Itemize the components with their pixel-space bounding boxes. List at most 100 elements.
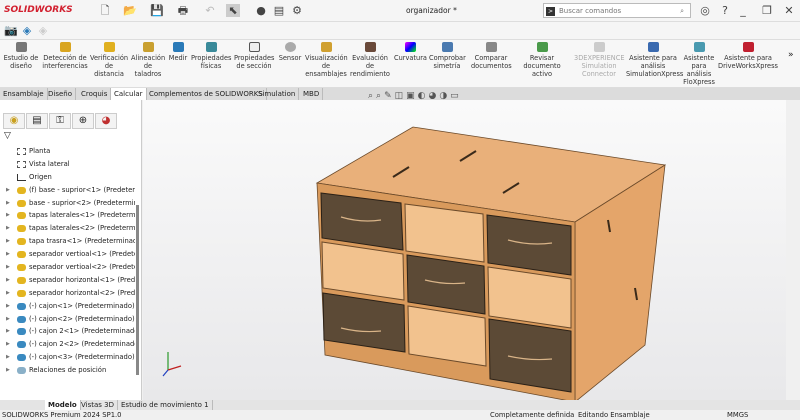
ribbon-button-symmetry[interactable]: Comprobar simetría [429, 42, 466, 70]
expand-arrow-icon[interactable]: ▶ [6, 338, 10, 351]
tab-modelo[interactable]: Modelo [45, 400, 81, 410]
tree-item[interactable]: Planta [0, 145, 135, 158]
tree-item[interactable]: ▶ tapa trasra<1> (Predeterminado) [0, 235, 135, 248]
tab-ensamblaje[interactable]: Ensamblaje [0, 88, 48, 100]
tree-item[interactable]: ▶ (-) cajon<3> (Predeterminado) < [0, 351, 135, 364]
expand-arrow-icon[interactable]: ▶ [6, 274, 10, 287]
close-icon[interactable]: ✕ [782, 4, 796, 17]
tree-item-label: Origen [29, 172, 52, 181]
task-pane-tabs[interactable] [786, 100, 800, 400]
expand-arrow-icon[interactable]: ▶ [6, 184, 10, 197]
display-manager-tab-icon[interactable]: ◕ [95, 113, 117, 129]
search-icon[interactable]: ⌕ [680, 7, 684, 16]
expand-arrow-icon[interactable]: ▶ [6, 300, 10, 313]
expand-arrow-icon[interactable]: ▶ [6, 351, 10, 364]
property-manager-tab-icon[interactable]: ▤ [26, 113, 48, 129]
save-icon[interactable]: 💾 [150, 4, 164, 17]
search-input[interactable]: > Buscar comandos ⌕ [543, 3, 691, 18]
ribbon-button-3dexperience[interactable]: 3DEXPERIENCE Simulation Connector [574, 42, 625, 78]
ribbon-button-curvature[interactable]: Curvatura [394, 42, 427, 62]
tree-item[interactable]: ▶ tapas laterales<1> (Predeterminado) [0, 209, 135, 222]
tab-vistas-3d[interactable]: Vistas 3D [78, 400, 118, 410]
tree-item[interactable]: ▶ base - suprior<2> (Predeterminado) [0, 197, 135, 210]
tree-scrollbar[interactable] [136, 205, 139, 375]
expand-arrow-icon[interactable]: ▶ [6, 364, 10, 377]
expand-arrow-icon[interactable]: ▶ [6, 248, 10, 261]
expand-arrow-icon[interactable]: ▶ [6, 287, 10, 300]
new-icon[interactable]: 🗋 [98, 4, 112, 17]
units-selector[interactable]: MMGS [727, 410, 748, 420]
file-properties-icon[interactable]: ▤ [272, 4, 286, 17]
copy-icon[interactable]: ◈ [36, 24, 50, 37]
gear-icon[interactable]: ⚙ [290, 4, 304, 17]
ribbon-button-design-study[interactable]: Estudio de diseño [2, 42, 40, 70]
tree-item[interactable]: ▶ tapas laterales<2> (Predeterminado) [0, 222, 135, 235]
ribbon-button-measure[interactable]: Medir [168, 42, 188, 62]
tab-simulation[interactable]: Simulation [255, 88, 300, 100]
ribbon-button-section-properties[interactable]: Propiedades de sección [234, 42, 274, 70]
asm-icon [17, 341, 26, 349]
tab-complementos[interactable]: Complementos de SOLIDWORKS [146, 88, 267, 100]
mass-properties-icon [205, 42, 217, 52]
graphics-viewport[interactable]: ⌕⌕✎◫▣◐◕◑▭ [143, 91, 786, 400]
camera-icon[interactable]: 📷 [4, 24, 18, 37]
filter-icon[interactable]: ▽ [4, 131, 11, 141]
tab-motion-study[interactable]: Estudio de movimiento 1 [118, 400, 213, 410]
tree-item[interactable]: ▶ separador vertioal<2> (Predeterminado) [0, 261, 135, 274]
dimxpert-tab-icon[interactable]: ⊕ [72, 113, 94, 129]
tree-item[interactable]: ▶ (-) cajon<2> (Predeterminado) < [0, 313, 135, 326]
ribbon-button-compare[interactable]: Comparar documentos [471, 42, 512, 70]
quick-toolbar: 📷 ◈ ◈ [0, 22, 800, 40]
expand-arrow-icon[interactable]: ▶ [6, 261, 10, 274]
ribbon-button-check-document[interactable]: Revisar documento activo [514, 42, 570, 78]
tree-item[interactable]: ▶ (-) cajon 2<1> (Predeterminado) [0, 325, 135, 338]
ribbon-button-simulationxpress[interactable]: Asistente para análisis SimulationXpress [626, 42, 683, 78]
ribbon-button-interference[interactable]: Detección de interferencias [42, 42, 88, 70]
traffic-light-icon[interactable]: ● [254, 4, 268, 17]
ribbon-button-driveworks[interactable]: Asistente para DriveWorksXpress [718, 42, 778, 70]
open-icon[interactable]: 📂 [123, 4, 137, 17]
select-icon[interactable]: ⬉ [226, 4, 240, 17]
mode-status: Editando Ensamblaje [578, 411, 650, 419]
expand-arrow-icon[interactable]: ▶ [6, 325, 10, 338]
tree-item[interactable]: ▶ (f) base - suprior<1> (Predeterminado) [0, 184, 135, 197]
expand-arrow-icon[interactable]: ▶ [6, 222, 10, 235]
tab-mbd[interactable]: MBD [300, 88, 324, 100]
tree-item[interactable]: ▶ (-) cajon 2<2> (Predeterminado) [0, 338, 135, 351]
ribbon-button-floxpress[interactable]: Asistente para análisis FloXpress [682, 42, 716, 86]
more-chevron-icon[interactable]: » [788, 50, 794, 60]
ribbon-button-hole-alignment[interactable]: Alineación de taladros [131, 42, 165, 78]
minimize-icon[interactable]: _ [736, 4, 750, 17]
ribbon-button-performance[interactable]: Evaluación de rendimiento [350, 42, 390, 78]
expand-arrow-icon[interactable]: ▶ [6, 209, 10, 222]
tree-item[interactable]: ▶ separador horizontal<1> (Predeterminado… [0, 274, 135, 287]
tree-item[interactable]: ▶ separador vertioal<1> (Predeterminado) [0, 248, 135, 261]
tree-item[interactable]: ▶ (-) cajon<1> (Predeterminado) < [0, 300, 135, 313]
command-icon: > [546, 7, 555, 16]
ribbon-button-clearance[interactable]: Verificación de distancia [90, 42, 128, 78]
tree-item[interactable]: Vista lateral [0, 158, 135, 171]
tree-item[interactable]: ▶ Relaciones de posición [0, 364, 135, 377]
ribbon-button-assembly-visualization[interactable]: Visualización de ensamblajes [305, 42, 348, 78]
undo-icon[interactable]: ↶ [203, 4, 217, 17]
tree-item[interactable]: Origen [0, 171, 135, 184]
expand-arrow-icon[interactable]: ▶ [6, 235, 10, 248]
assembly-icon[interactable]: ◈ [20, 24, 34, 37]
organizer-model[interactable] [143, 100, 786, 400]
ribbon-button-sensor[interactable]: Sensor [278, 42, 302, 62]
expand-arrow-icon[interactable]: ▶ [6, 313, 10, 326]
configuration-tab-icon[interactable]: ⚿ [49, 113, 71, 129]
part-icon [17, 212, 26, 220]
expand-arrow-icon[interactable]: ▶ [6, 197, 10, 210]
tree-item-label: tapa trasra<1> (Predeterminado) [29, 237, 135, 246]
tab-diseno[interactable]: Diseño [45, 88, 77, 100]
help-icon[interactable]: ? [718, 4, 732, 17]
print-icon[interactable]: 🖶 [176, 4, 190, 17]
tree-item[interactable]: ▶ separador horizontal<2> (Predeterminado… [0, 287, 135, 300]
user-icon[interactable]: ◎ [698, 4, 712, 17]
feature-tree-tab-icon[interactable]: ◉ [3, 113, 25, 129]
restore-icon[interactable]: ❐ [760, 4, 774, 17]
tab-croquis[interactable]: Croquis [78, 88, 112, 100]
ribbon-button-mass-properties[interactable]: Propiedades físicas [191, 42, 231, 70]
tab-calcular[interactable]: Calcular [111, 88, 147, 100]
